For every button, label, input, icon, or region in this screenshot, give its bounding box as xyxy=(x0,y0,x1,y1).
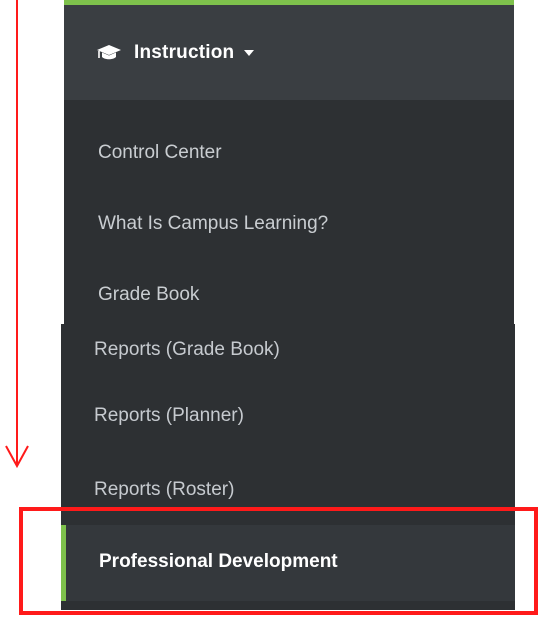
menu-item-professional-development[interactable]: Professional Development xyxy=(61,525,515,601)
menu-item-reports-roster[interactable]: Reports (Roster) xyxy=(94,478,234,502)
menu-item-reports-grade-book[interactable]: Reports (Grade Book) xyxy=(94,338,280,362)
menu-item-label: Professional Development xyxy=(99,551,338,572)
instruction-menu-panel-continued: Reports (Grade Book) Reports (Planner) R… xyxy=(61,324,515,610)
instruction-menu-panel: Instruction Control Center What Is Campu… xyxy=(64,0,514,324)
instruction-menu-header[interactable]: Instruction xyxy=(64,5,514,100)
menu-header-title: Instruction xyxy=(134,41,235,63)
annotation-arrow xyxy=(5,0,29,469)
graduation-cap-icon xyxy=(97,44,121,59)
active-indicator-bar xyxy=(61,525,66,601)
menu-item-control-center[interactable]: Control Center xyxy=(98,141,222,165)
menu-item-reports-planner[interactable]: Reports (Planner) xyxy=(94,404,244,428)
menu-item-grade-book[interactable]: Grade Book xyxy=(98,283,199,307)
menu-item-what-is-campus-learning[interactable]: What Is Campus Learning? xyxy=(98,212,328,236)
caret-down-icon xyxy=(244,49,255,56)
